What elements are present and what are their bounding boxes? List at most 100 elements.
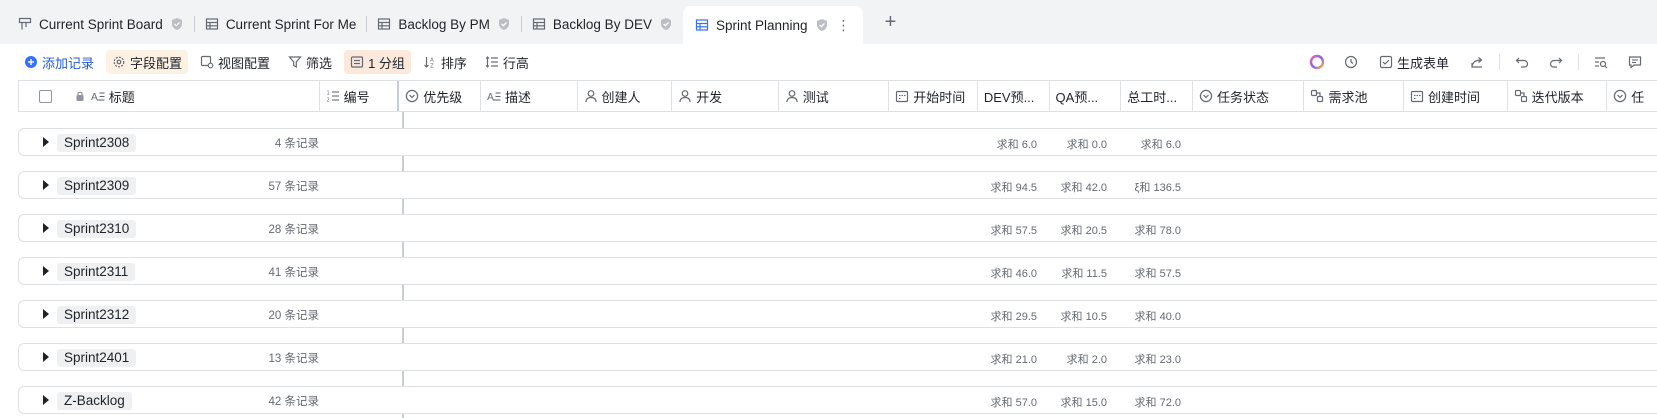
add-view-button[interactable]: +	[877, 8, 905, 36]
column-header-total-hours[interactable]: 总工时...	[1121, 81, 1193, 111]
view-config-button[interactable]: 视图配置	[194, 50, 276, 74]
row-height-button[interactable]: 行高	[479, 50, 535, 74]
group-row[interactable]: Sprint2308 4 条记录 求和 6.0 求和 0.0 求和 6.0	[18, 128, 1657, 156]
column-header-description[interactable]: A 描述	[481, 81, 578, 111]
column-header-label: 标题	[108, 89, 135, 105]
group-row[interactable]: Sprint2312 20 条记录 求和 29.5 求和 10.5 求和 40.…	[18, 300, 1657, 328]
group-row[interactable]: Z-Backlog 42 条记录 求和 57.0 求和 15.0 求和 72.0	[18, 386, 1657, 414]
group-button[interactable]: 1 分组	[344, 50, 411, 74]
group-row[interactable]: Sprint2309 57 条记录 求和 94.5 求和 42.0 ξ和 136…	[18, 171, 1657, 199]
expand-caret-icon[interactable]	[43, 352, 49, 362]
column-header-label: 开发	[696, 89, 723, 105]
tab-backlog-by-pm[interactable]: Backlog By PM	[367, 6, 521, 42]
column-header-number[interactable]: 12 编号	[320, 81, 400, 111]
total-hours-sum: 求和 6.0	[1140, 139, 1181, 151]
group-name-tag: Sprint2310	[57, 220, 137, 238]
generate-form-label: 生成表单	[1396, 55, 1449, 71]
column-header-label: 编号	[343, 89, 370, 105]
share-icon[interactable]	[1465, 50, 1489, 74]
column-header-title[interactable]: A 标题	[73, 81, 320, 111]
view-toolbar: 添加记录 字段配置 视图配置 筛选 1 分组 AZ 排序 行高 生成表单	[0, 44, 1657, 80]
more-vertical-icon[interactable]: ⋮	[837, 17, 851, 34]
expand-caret-icon[interactable]	[43, 309, 49, 319]
person-icon	[678, 89, 692, 103]
expand-caret-icon[interactable]	[43, 137, 49, 147]
grid-icon	[205, 17, 219, 31]
dev-estimate-sum: 求和 57.5	[990, 225, 1037, 237]
qa-estimate-sum: 求和 0.0	[1066, 139, 1107, 151]
expand-caret-icon[interactable]	[43, 395, 49, 405]
dev-estimate-sum: 求和 6.0	[996, 139, 1037, 151]
group-name-tag: Sprint2309	[57, 177, 137, 195]
dev-estimate-sum: 求和 21.0	[990, 354, 1037, 366]
group-record-count: 41 条记录	[268, 267, 320, 279]
tab-current-sprint-for-me[interactable]: Current Sprint For Me	[195, 6, 367, 42]
column-header-label: 创建时间	[1428, 89, 1481, 105]
tab-sprint-planning[interactable]: Sprint Planning ⋮	[682, 6, 863, 44]
filter-button[interactable]: 筛选	[282, 50, 338, 74]
column-header-task-truncated[interactable]: 任	[1607, 81, 1657, 111]
tab-current-sprint-board[interactable]: Current Sprint Board	[8, 6, 194, 42]
expand-caret-icon[interactable]	[43, 223, 49, 233]
generate-form-button[interactable]: 生成表单	[1373, 50, 1455, 74]
column-header-label: 需求池	[1328, 89, 1368, 105]
expand-caret-icon[interactable]	[43, 180, 49, 190]
total-hours-sum: 求和 57.5	[1134, 268, 1181, 280]
total-hours-sum: 求和 23.0	[1134, 354, 1181, 366]
total-hours-sum: 求和 72.0	[1134, 397, 1181, 409]
field-config-button[interactable]: 字段配置	[106, 50, 189, 74]
comment-icon[interactable]	[1623, 50, 1647, 74]
text-field-icon: A	[487, 89, 501, 103]
gear-icon	[112, 55, 126, 69]
column-header-label: 创建人	[601, 89, 641, 105]
qa-estimate-sum: 求和 2.0	[1066, 354, 1107, 366]
qa-estimate-sum: 求和 15.0	[1060, 397, 1107, 409]
total-hours-sum: ξ和 136.5	[1134, 182, 1181, 194]
filter-label: 筛选	[306, 55, 333, 71]
column-header-requirement-pool[interactable]: 需求池	[1304, 81, 1405, 111]
column-header-iteration-version[interactable]: 迭代版本	[1508, 81, 1608, 111]
single-select-icon	[405, 89, 419, 103]
search-records-icon[interactable]	[1589, 50, 1613, 74]
column-header-task-status[interactable]: 任务状态	[1193, 81, 1305, 111]
group-name-tag: Sprint2401	[57, 349, 137, 367]
sort-button[interactable]: AZ 排序	[417, 50, 473, 74]
column-header-label: 测试	[802, 89, 829, 105]
add-record-button[interactable]: 添加记录	[18, 50, 100, 74]
column-header-start-time[interactable]: 开始时间	[889, 81, 978, 111]
qa-estimate-sum: 求和 42.0	[1060, 182, 1107, 194]
add-record-label: 添加记录	[42, 55, 95, 71]
column-header-developer[interactable]: 开发	[672, 81, 779, 111]
group-row[interactable]: Sprint2310 28 条记录 求和 57.5 求和 20.5 求和 78.…	[18, 214, 1657, 242]
automation-clock-icon[interactable]	[1339, 50, 1363, 74]
group-row[interactable]: Sprint2401 13 条记录 求和 21.0 求和 2.0 求和 23.0	[18, 343, 1657, 371]
expand-caret-icon[interactable]	[43, 266, 49, 276]
row-height-icon	[485, 55, 499, 69]
verified-shield-icon	[659, 17, 673, 31]
grid-icon	[695, 18, 709, 32]
sort-icon: AZ	[423, 55, 437, 69]
qa-estimate-sum: 求和 11.5	[1061, 268, 1107, 280]
qa-estimate-sum: 求和 10.5	[1060, 311, 1107, 323]
column-header-creator[interactable]: 创建人	[578, 81, 673, 111]
column-header-priority[interactable]: 优先级	[399, 81, 481, 111]
dev-estimate-sum: 求和 94.5	[990, 182, 1037, 194]
group-row[interactable]: Sprint2311 41 条记录 求和 46.0 求和 11.5 求和 57.…	[18, 257, 1657, 285]
view-settings-icon	[200, 55, 214, 69]
svg-text:Z: Z	[430, 64, 434, 70]
undo-icon[interactable]	[1510, 50, 1534, 74]
column-header-label: 开始时间	[913, 89, 966, 105]
ai-assistant-icon[interactable]	[1305, 50, 1329, 74]
svg-text:2: 2	[326, 98, 329, 104]
column-header-qa-estimate[interactable]: QA预...	[1050, 81, 1122, 111]
column-header-label: 优先级	[423, 89, 463, 105]
column-header-tester[interactable]: 测试	[779, 81, 890, 111]
select-all-checkbox[interactable]	[39, 89, 53, 103]
qa-estimate-sum: 求和 20.5	[1060, 225, 1107, 237]
tab-backlog-by-dev[interactable]: Backlog By DEV	[522, 6, 683, 42]
redo-icon[interactable]	[1544, 50, 1568, 74]
column-header-created-time[interactable]: 创建时间	[1404, 81, 1508, 111]
link-record-icon	[1310, 89, 1324, 103]
group-name-tag: Sprint2308	[57, 134, 137, 152]
column-header-dev-estimate[interactable]: DEV预...	[978, 81, 1050, 111]
